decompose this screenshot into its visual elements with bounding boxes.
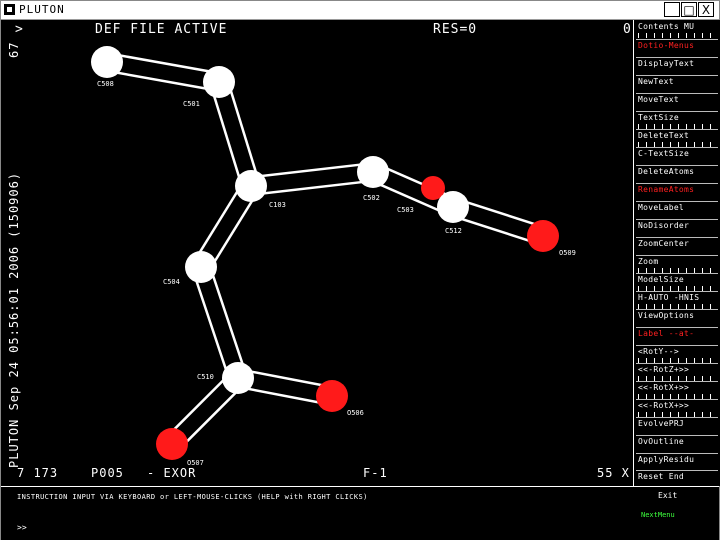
command-menu: Contents MU Dotio-Menus DisplayText NewText… <box>633 20 720 486</box>
menu-item-23[interactable]: OvOutline <box>638 437 718 446</box>
menu-item-8[interactable]: DeleteAtoms <box>638 167 718 176</box>
menu-item-2[interactable]: DisplayText <box>638 59 718 68</box>
minimize-button[interactable]: _ <box>664 2 680 17</box>
atom-C510[interactable] <box>222 362 254 394</box>
menu-item-24[interactable]: ApplyResidu <box>638 455 718 464</box>
menu-separator <box>636 201 718 202</box>
atom-label-O506: O506 <box>347 409 364 417</box>
bond-core-C501-C103 <box>211 79 259 189</box>
atom-C501[interactable] <box>203 66 235 98</box>
bond-core-C508-C501 <box>105 54 221 90</box>
menu-separator <box>636 75 718 76</box>
atom-label-O509: O509 <box>559 249 576 257</box>
menu-separator <box>636 57 718 58</box>
menu-separator <box>636 327 718 328</box>
menu-item-10[interactable]: MoveLabel <box>638 203 718 212</box>
menu-separator <box>636 399 718 400</box>
menu-item-13[interactable]: Zoom <box>638 257 718 266</box>
menu-item-16[interactable]: ViewOptions <box>638 311 718 320</box>
close-button[interactable]: X <box>698 2 714 17</box>
menu-item-25[interactable]: Reset End <box>638 472 718 481</box>
menu-item-3[interactable]: NewText <box>638 77 718 86</box>
menu-separator <box>636 435 718 436</box>
menu-item-1[interactable]: Dotio-Menus <box>638 41 718 50</box>
atom-C504[interactable] <box>185 251 217 283</box>
menu-slider-ticks <box>638 33 716 38</box>
pluton-window: PLUTON _ □ X > DEF FILE ACTIVE RES=0 0 6… <box>0 0 720 540</box>
menu-separator <box>636 309 718 310</box>
atom-label-C103: C103 <box>269 201 286 209</box>
atom-C508[interactable] <box>91 46 123 78</box>
menu-separator <box>636 39 718 40</box>
atom-label-C503: C503 <box>397 206 414 214</box>
menu-item-4[interactable]: MoveText <box>638 95 718 104</box>
menu-separator <box>636 453 718 454</box>
atom-C502[interactable] <box>357 156 389 188</box>
atom-C103[interactable] <box>235 170 267 202</box>
atom-O507[interactable] <box>156 428 188 460</box>
menu-item-5[interactable]: TextSize <box>638 113 718 122</box>
menu-item-6[interactable]: DeleteText <box>638 131 718 140</box>
menu-item-0[interactable]: Contents MU <box>638 22 718 31</box>
menu-separator <box>636 417 718 418</box>
menu-item-22[interactable]: EvolvePRJ <box>638 419 718 428</box>
menu-item-18[interactable]: <RotY--> <box>638 347 718 356</box>
atom-label-O507: O507 <box>187 459 204 467</box>
atom-label-C510: C510 <box>197 373 214 381</box>
menu-separator <box>636 470 718 471</box>
atom-C512-front[interactable] <box>438 192 468 222</box>
atom-O509[interactable] <box>527 220 559 252</box>
next-menu-button[interactable]: NextMenu <box>641 511 675 519</box>
menu-separator <box>636 183 718 184</box>
menu-separator <box>636 381 718 382</box>
menu-separator <box>636 219 718 220</box>
menu-separator <box>636 165 718 166</box>
molecule-drawing[interactable]: C508 C501 C103 C502 C503 C512 O509 C504 C510 O506… <box>1 20 633 486</box>
atom-label-C502: C502 <box>363 194 380 202</box>
menu-item-12[interactable]: ZoomCenter <box>638 239 718 248</box>
menu-item-20[interactable]: <<-RotX+>> <box>638 383 718 392</box>
molecule-canvas[interactable]: > DEF FILE ACTIVE RES=0 0 67 PLUTON Sep … <box>1 20 633 486</box>
menu-item-21[interactable]: <<-RotX+>> <box>638 401 718 410</box>
atom-label-C501: C501 <box>183 100 200 108</box>
atom-label-C504: C504 <box>163 278 180 286</box>
menu-separator <box>636 273 718 274</box>
title-bar[interactable]: PLUTON _ □ X <box>1 1 719 20</box>
menu-separator <box>636 147 718 148</box>
menu-item-11[interactable]: NoDisorder <box>638 221 718 230</box>
status-bar: INSTRUCTION INPUT VIA KEYBOARD or LEFT-M… <box>1 486 719 540</box>
menu-separator <box>636 129 718 130</box>
menu-separator <box>636 345 718 346</box>
menu-item-9[interactable]: RenameAtoms <box>638 185 718 194</box>
menu-item-14[interactable]: ModelSize <box>638 275 718 284</box>
menu-separator <box>636 93 718 94</box>
bond-core-C504-C510 <box>193 264 246 381</box>
menu-separator <box>636 291 718 292</box>
menu-item-15[interactable]: H-AUTO -HNIS <box>638 293 718 302</box>
menu-item-19[interactable]: <<-RotZ+>> <box>638 365 718 374</box>
atom-label-C512: C512 <box>445 227 462 235</box>
atom-label-C508: C508 <box>97 80 114 88</box>
menu-separator <box>636 237 718 238</box>
command-prompt[interactable]: >> <box>17 523 27 532</box>
app-icon <box>4 4 15 15</box>
menu-separator <box>636 111 718 112</box>
exit-button[interactable]: Exit <box>658 491 677 500</box>
instruction-text: INSTRUCTION INPUT VIA KEYBOARD or LEFT-M… <box>17 493 368 501</box>
menu-item-7[interactable]: C-TextSize <box>638 149 718 158</box>
menu-separator <box>636 363 718 364</box>
menu-item-17[interactable]: Label --at- <box>638 329 718 338</box>
maximize-button[interactable]: □ <box>681 2 697 17</box>
atom-O506[interactable] <box>316 380 348 412</box>
menu-separator <box>636 255 718 256</box>
window-title: PLUTON <box>19 3 65 16</box>
